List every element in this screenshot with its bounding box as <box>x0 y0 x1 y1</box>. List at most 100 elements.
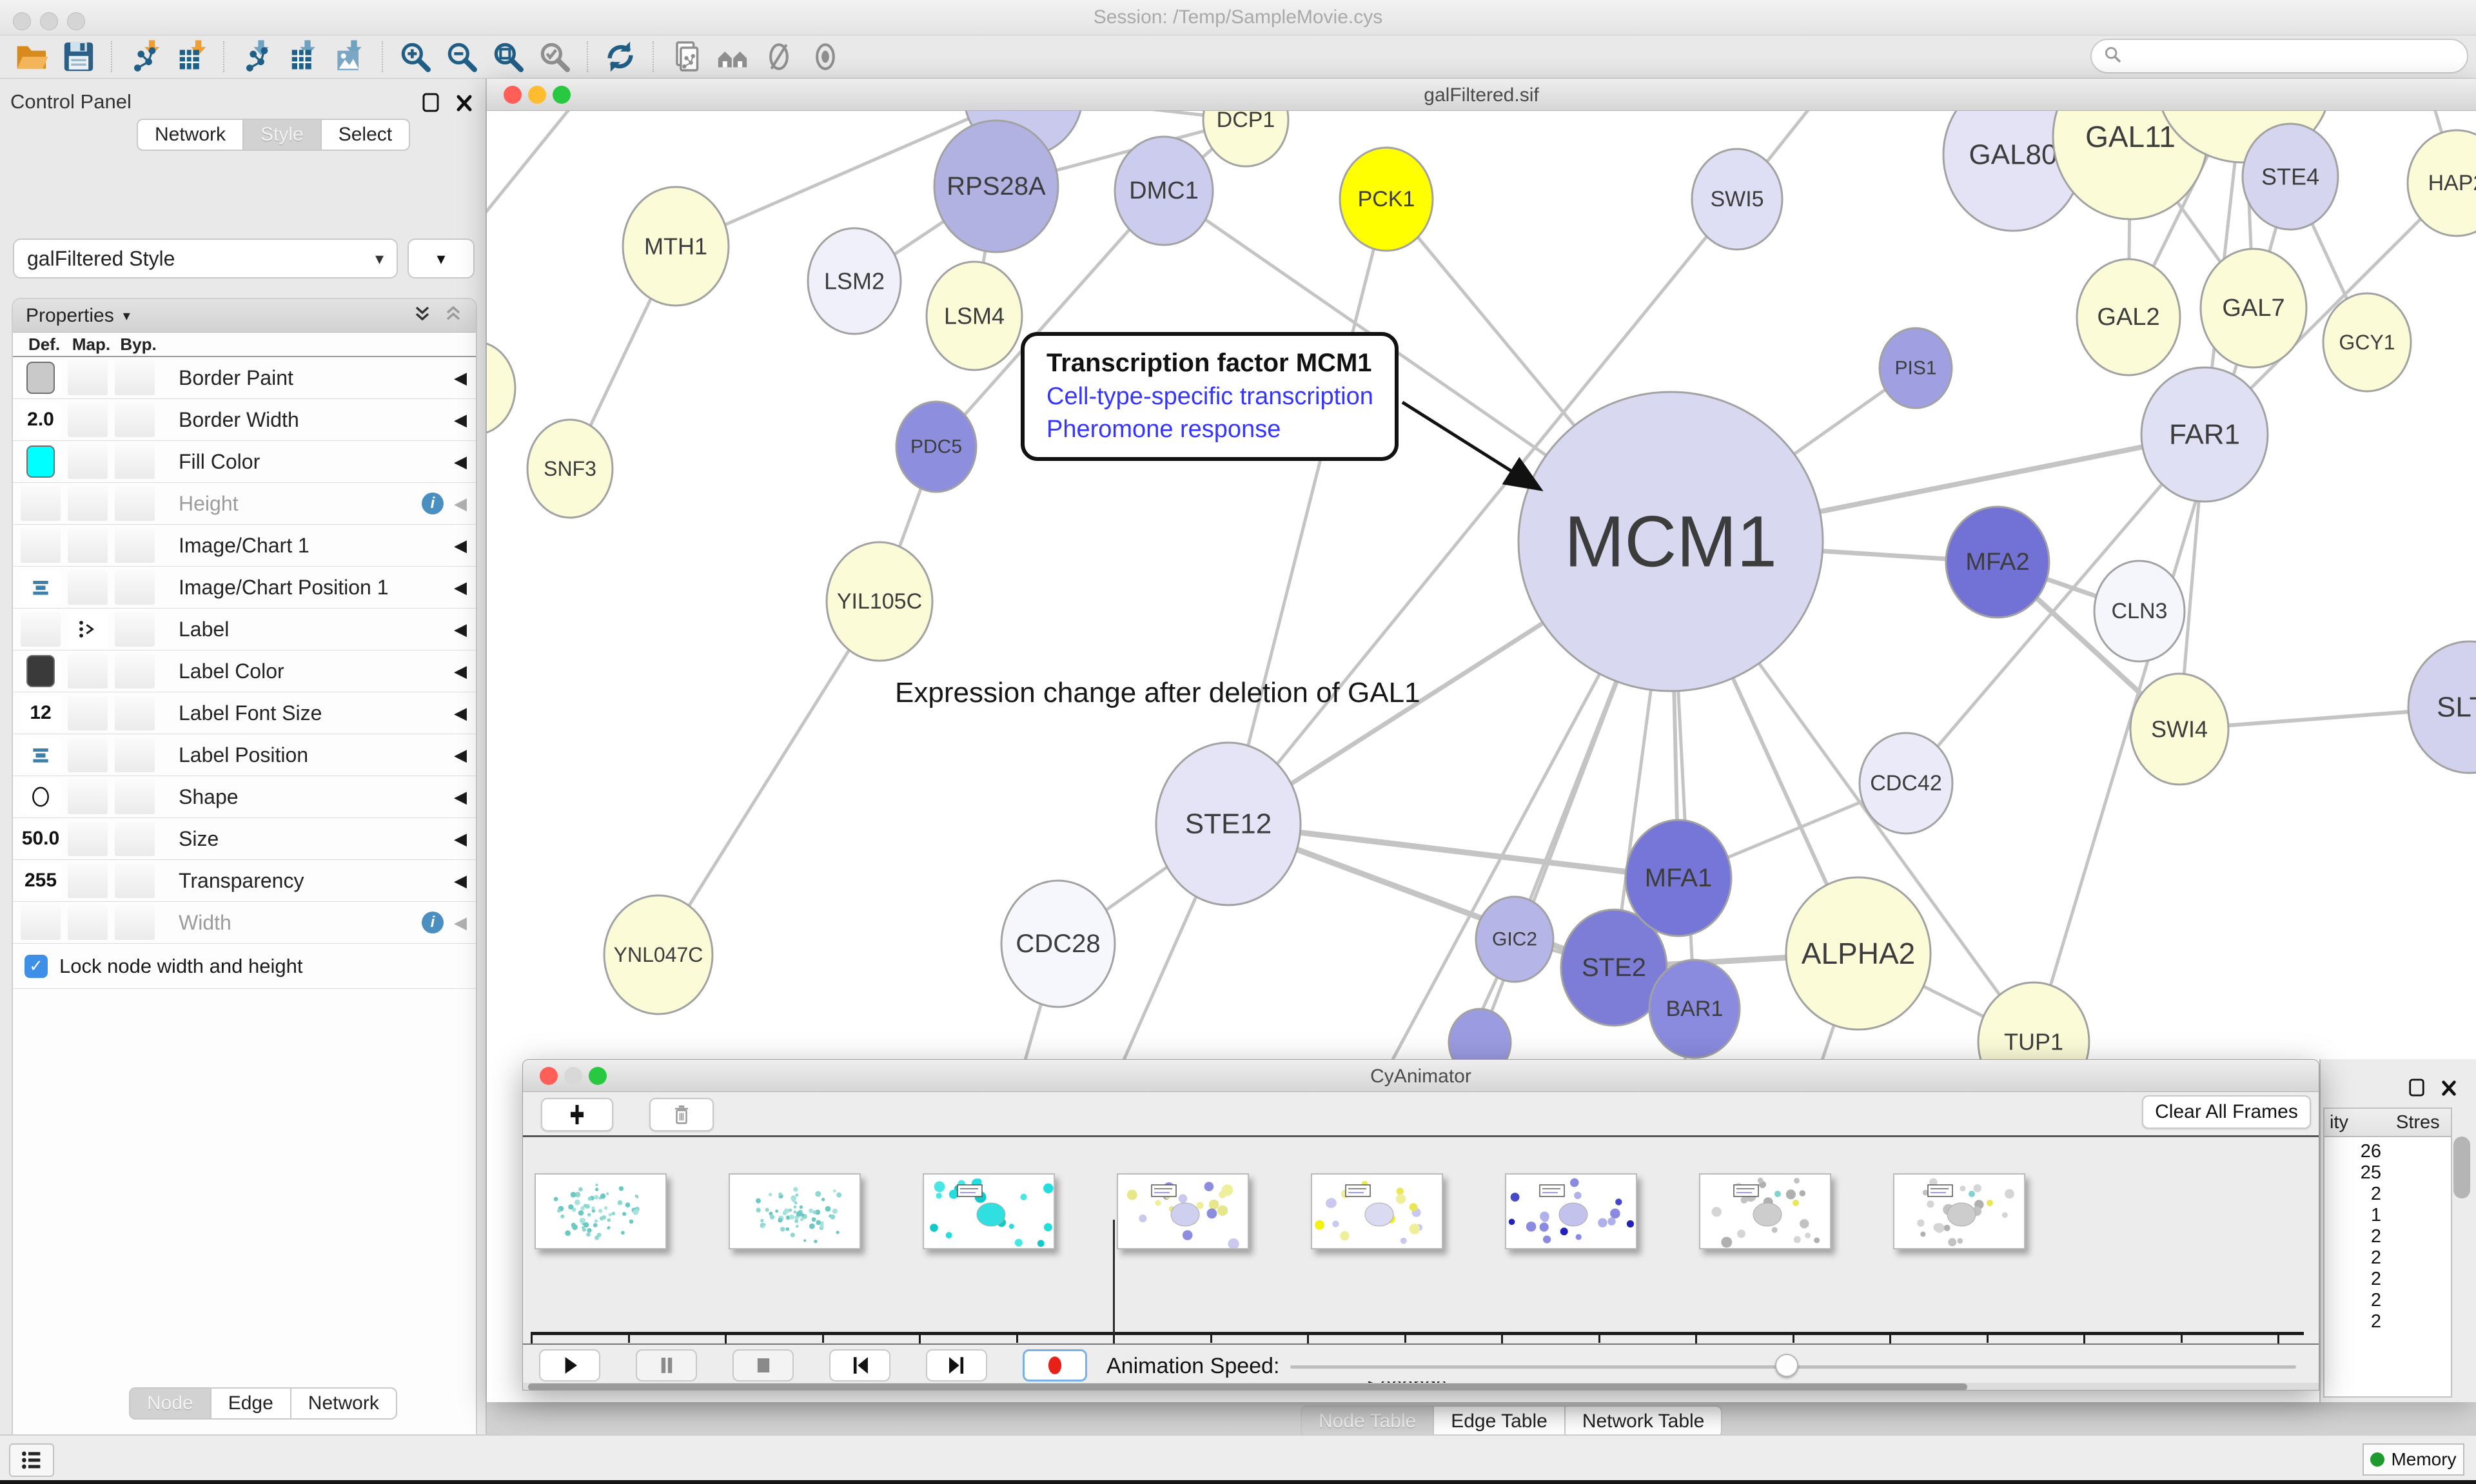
tab-edge-table[interactable]: Edge Table <box>1434 1405 1566 1438</box>
property-byp-cell[interactable] <box>115 863 155 898</box>
property-row-image-chart-1[interactable]: Image/Chart 1◀ <box>13 525 476 567</box>
browse-samples-icon[interactable] <box>714 38 751 75</box>
hide-graphics-details-icon[interactable] <box>760 38 798 75</box>
collapse-arrow-icon[interactable]: ◀ <box>454 620 467 639</box>
network-node-lefty[interactable] <box>487 342 515 434</box>
property-row-label-font-size[interactable]: 12Label Font Size◀ <box>13 692 476 734</box>
network-node-gic2[interactable]: GIC2 <box>1476 897 1553 982</box>
property-def-cell[interactable]: 50.0 <box>21 821 61 856</box>
close-panel-icon[interactable] <box>2440 1077 2458 1101</box>
property-row-label-color[interactable]: Label Color◀ <box>13 650 476 692</box>
property-map-cell[interactable] <box>68 779 108 814</box>
tab-network-table[interactable]: Network Table <box>1566 1405 1723 1438</box>
property-row-transparency[interactable]: 255Transparency◀ <box>13 860 476 902</box>
network-node-cdc28[interactable]: CDC28 <box>1001 881 1115 1007</box>
refresh-view-icon[interactable] <box>602 38 639 75</box>
property-def-cell[interactable] <box>21 779 61 814</box>
network-node-gcy1[interactable]: GCY1 <box>2323 293 2411 391</box>
network-node-far1[interactable]: FAR1 <box>2141 367 2268 502</box>
property-row-image-chart-position-1[interactable]: Image/Chart Position 1◀ <box>13 567 476 609</box>
tab-node-table[interactable]: Node Table <box>1301 1405 1434 1438</box>
property-map-cell[interactable] <box>68 905 108 940</box>
network-node-lsm4[interactable]: LSM4 <box>927 262 1022 370</box>
property-def-cell[interactable] <box>21 570 61 605</box>
network-node-yil105c[interactable]: YIL105C <box>827 542 932 661</box>
network-edge[interactable] <box>487 111 584 227</box>
zoom-out-icon[interactable] <box>443 38 480 75</box>
export-image-icon[interactable] <box>331 38 368 75</box>
float-panel-icon[interactable] <box>421 92 440 117</box>
search-input[interactable] <box>2090 39 2468 73</box>
table-scrollbar[interactable] <box>2453 1137 2470 1198</box>
property-row-border-width[interactable]: 2.0Border Width◀ <box>13 399 476 441</box>
frame-thumbnail-5[interactable] <box>1505 1173 1637 1249</box>
property-row-width[interactable]: Widthi◀ <box>13 902 476 944</box>
table-cell[interactable]: 2 <box>2324 1247 2381 1269</box>
tab-edge[interactable]: Edge <box>211 1387 291 1420</box>
collapse-arrow-icon[interactable]: ◀ <box>454 829 467 849</box>
pause-button[interactable] <box>636 1349 697 1381</box>
network-node-bar1[interactable]: BAR1 <box>1649 960 1740 1058</box>
expand-all-icon[interactable] <box>413 302 432 329</box>
collapse-arrow-icon[interactable]: ◀ <box>454 536 467 556</box>
delete-frame-button[interactable] <box>649 1098 714 1131</box>
cyanimator-titlebar[interactable]: CyAnimator <box>523 1060 2319 1092</box>
property-byp-cell[interactable] <box>115 779 155 814</box>
copy-network-icon[interactable] <box>667 38 705 75</box>
table-cell[interactable]: 2 <box>2324 1184 2381 1205</box>
property-row-size[interactable]: 50.0Size◀ <box>13 818 476 860</box>
property-byp-cell[interactable] <box>115 486 155 521</box>
collapse-arrow-icon[interactable]: ◀ <box>454 661 467 681</box>
property-byp-cell[interactable] <box>115 612 155 647</box>
property-byp-cell[interactable] <box>115 905 155 940</box>
property-map-cell[interactable] <box>68 444 108 479</box>
network-node-mfa1[interactable]: MFA1 <box>1626 820 1731 936</box>
node-table-partial[interactable]: ity Stres 26252122222 <box>2323 1108 2452 1398</box>
table-cell[interactable]: 1 <box>2324 1205 2381 1226</box>
tab-node[interactable]: Node <box>129 1387 211 1420</box>
zoom-selected-icon[interactable] <box>536 38 573 75</box>
export-table-icon[interactable] <box>284 38 322 75</box>
table-column-degree[interactable]: ity <box>2330 1112 2348 1133</box>
tab-style[interactable]: Style <box>244 119 322 151</box>
float-panel-icon[interactable] <box>2408 1077 2426 1101</box>
property-map-cell[interactable] <box>68 360 108 395</box>
property-def-cell[interactable] <box>21 612 61 647</box>
collapse-arrow-icon[interactable]: ◀ <box>454 368 467 388</box>
annotation-box[interactable]: Transcription factor MCM1 Cell-type-spec… <box>1021 332 1399 461</box>
property-byp-cell[interactable] <box>115 528 155 563</box>
info-icon[interactable]: i <box>422 493 444 514</box>
network-node-ste4[interactable]: STE4 <box>2243 124 2338 229</box>
collapse-arrow-icon[interactable]: ◀ <box>454 913 467 933</box>
property-map-cell[interactable] <box>68 821 108 856</box>
property-def-cell[interactable]: 255 <box>21 863 61 898</box>
network-node-mfa2[interactable]: MFA2 <box>1946 507 2049 618</box>
network-node-swi5[interactable]: SWI5 <box>1692 149 1782 249</box>
property-row-height[interactable]: Heighti◀ <box>13 483 476 525</box>
property-map-cell[interactable] <box>68 402 108 437</box>
frame-thumbnail-2[interactable] <box>923 1173 1055 1249</box>
property-byp-cell[interactable] <box>115 570 155 605</box>
property-row-label[interactable]: Label◀ <box>13 609 476 650</box>
annotation-arrow[interactable] <box>1402 402 1535 486</box>
cyanimator-timeline[interactable]: 0123456789 Seconds <box>523 1139 2319 1331</box>
save-session-icon[interactable] <box>60 38 97 75</box>
network-node-gal7[interactable]: GAL7 <box>2201 249 2306 367</box>
network-node-cdc42[interactable]: CDC42 <box>1860 733 1952 834</box>
text-annotation[interactable]: Expression change after deletion of GAL1 <box>895 677 1420 709</box>
network-node-pis1[interactable]: PIS1 <box>1880 328 1952 408</box>
frame-thumbnail-1[interactable] <box>729 1173 861 1249</box>
table-cell[interactable]: 2 <box>2324 1311 2381 1333</box>
property-byp-cell[interactable] <box>115 654 155 688</box>
property-def-cell[interactable]: 12 <box>21 696 61 730</box>
network-node-ynl047c[interactable]: YNL047C <box>604 895 712 1014</box>
property-map-cell[interactable] <box>68 528 108 563</box>
property-def-cell[interactable] <box>21 444 61 479</box>
frame-thumbnail-0[interactable] <box>535 1173 667 1249</box>
task-history-button[interactable] <box>9 1443 54 1477</box>
network-window-titlebar[interactable]: galFiltered.sif <box>487 79 2476 111</box>
network-node-ste12[interactable]: STE12 <box>1156 743 1301 905</box>
network-node-lsm2[interactable]: LSM2 <box>808 228 901 334</box>
tab-select[interactable]: Select <box>322 119 410 151</box>
zoom-in-icon[interactable] <box>397 38 434 75</box>
